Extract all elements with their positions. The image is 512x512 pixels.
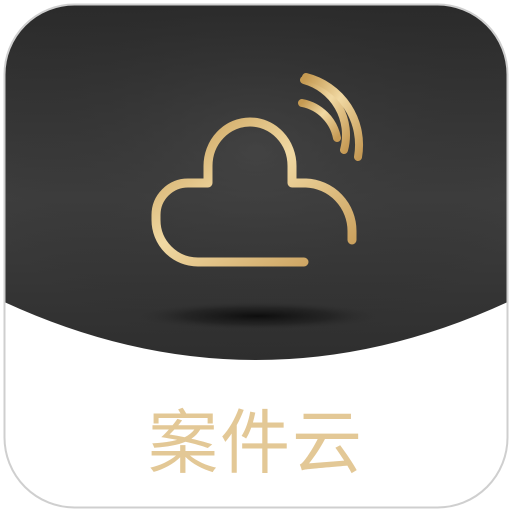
cloud-shadow xyxy=(136,302,380,330)
app-icon-container[interactable]: 案件云 xyxy=(0,0,512,512)
app-name-label: 案件云 xyxy=(148,402,364,484)
